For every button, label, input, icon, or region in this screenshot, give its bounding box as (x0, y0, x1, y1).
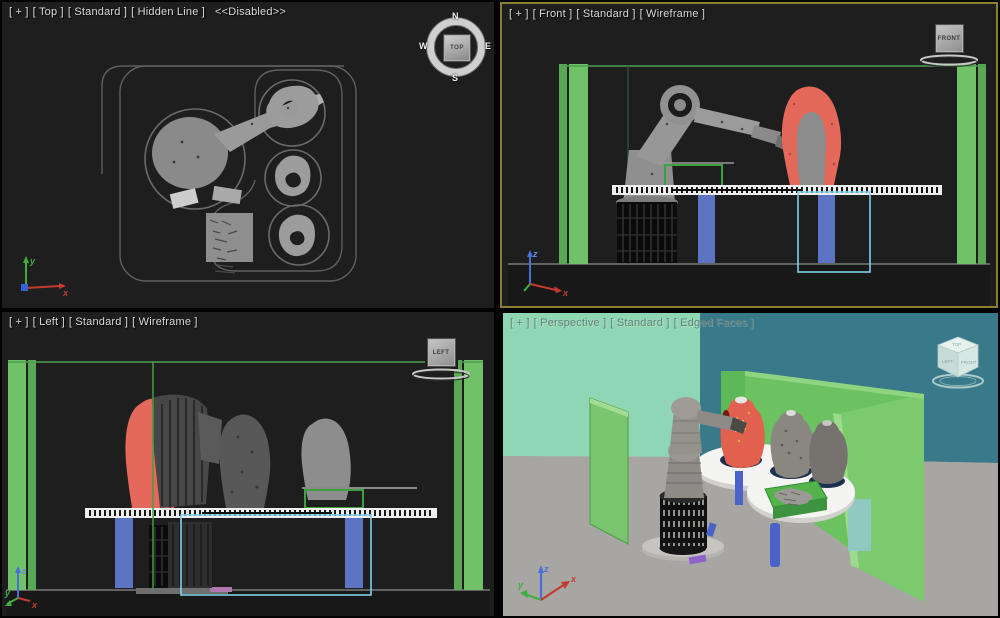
viewcube-face-label[interactable]: LEFT (427, 338, 456, 367)
viewport-general-menu[interactable]: [ + ] (509, 8, 529, 20)
parts-box-top[interactable] (206, 213, 253, 273)
viewport-pov-menu[interactable]: [ Left ] (33, 316, 65, 328)
svg-text:z: z (532, 249, 538, 259)
viewcube-ring-edge (410, 367, 472, 381)
viewport-top[interactable]: [ + ] [ Top ] [ Standard ] [ Hidden Line ] <… (2, 2, 494, 308)
viewcube-left[interactable]: LEFT (410, 338, 472, 386)
viewport-pov-menu[interactable]: [ Top ] (33, 6, 64, 18)
viewport-shading-menu[interactable]: [ Hidden Line ] (131, 6, 205, 18)
viewcube-top[interactable]: N E S W TOP (424, 15, 488, 79)
viewport-renderer-menu[interactable]: [ Standard ] (576, 8, 635, 20)
svg-text:y: y (29, 256, 36, 266)
viewport-general-menu[interactable]: [ + ] (9, 316, 29, 328)
viewport-left-label: [ + ] [ Left ] [ Standard ] [ Wireframe ] (9, 316, 202, 328)
compass-north[interactable]: N (452, 11, 459, 21)
svg-text:TOP: TOP (952, 342, 961, 347)
viewport-general-menu[interactable]: [ + ] (9, 6, 29, 18)
svg-text:y: y (4, 588, 11, 598)
svg-text:z: z (543, 564, 549, 574)
viewcube-ring-edge (918, 53, 980, 67)
viewcube-perspective[interactable]: TOP LEFT FRONT (930, 331, 986, 389)
viewport-perspective[interactable]: [ + ] [ Perspective ][ Standard ] [ Edged … (503, 313, 998, 616)
viewport-general-menu[interactable]: [ + ] (510, 317, 530, 329)
viewport-shading-menu[interactable]: [ Wireframe ] (132, 316, 198, 328)
table-leg-front-1[interactable] (698, 195, 715, 263)
viewport-shading-menu[interactable]: [ Wireframe ] (640, 8, 706, 20)
svg-text:x: x (562, 288, 569, 296)
table-leg-left-2[interactable] (345, 518, 363, 588)
svg-text:x: x (62, 288, 69, 298)
viewport-top-label: [ + ] [ Top ] [ Standard ] [ Hidden Line ] <… (9, 6, 286, 18)
viewport-pov-menu[interactable]: [ Front ] (533, 8, 573, 20)
viewcube-face-label[interactable]: TOP (443, 34, 471, 62)
viewport-left[interactable]: [ + ] [ Left ] [ Standard ] [ Wireframe ] L… (2, 312, 494, 616)
table-leg-left-1[interactable] (115, 518, 133, 588)
viewport-renderer-menu[interactable]: [ Standard ] (69, 316, 128, 328)
work-table-left[interactable] (85, 508, 437, 518)
axis-tripod-top: y x (10, 254, 74, 298)
table-leg-perspective-1[interactable] (735, 471, 743, 505)
table-leg-front-2[interactable] (818, 195, 835, 263)
axis-tripod-perspective: z x y (517, 560, 581, 610)
svg-text:x: x (570, 574, 577, 584)
viewport-renderer-menu[interactable]: [ Standard ] (610, 317, 669, 329)
compass-east[interactable]: E (485, 41, 491, 51)
viewcube-front[interactable]: FRONT (918, 24, 980, 72)
teal-gap-under-table (848, 499, 871, 551)
viewport-front-label: [ + ] [ Front ][ Standard ] [ Wireframe ] (509, 8, 709, 20)
viewport-pov-menu[interactable]: [ Perspective ] (534, 317, 607, 329)
svg-text:z: z (21, 566, 27, 576)
viewport-renderer-menu[interactable]: [ Standard ] (68, 6, 127, 18)
robot-pedestal-front[interactable] (616, 196, 678, 263)
viewport-shading-menu[interactable]: [ Edged Faces ] (674, 317, 754, 329)
compass-south[interactable]: S (452, 73, 458, 83)
axis-tripod-front: z x (512, 244, 574, 296)
svg-text:LEFT: LEFT (942, 359, 953, 364)
axis-tripod-left: z y x (4, 564, 62, 612)
work-table-front[interactable] (612, 185, 942, 195)
mannequin-gray-left-middle[interactable] (219, 414, 270, 508)
svg-text:x: x (31, 600, 38, 610)
robot-lower-left[interactable] (168, 522, 212, 588)
svg-text:FRONT: FRONT (961, 360, 977, 365)
viewport-perspective-label: [ + ] [ Perspective ][ Standard ] [ Edged … (510, 317, 758, 329)
viewport-front[interactable]: [ + ][ Front ][ Standard ][ Wireframe ] … (500, 2, 998, 308)
viewport-disabled-flag: <<Disabled>> (215, 6, 286, 18)
compass-west[interactable]: W (419, 41, 428, 51)
viewcube-face-label[interactable]: FRONT (935, 24, 964, 53)
table-leg-perspective-2[interactable] (770, 523, 780, 567)
svg-text:y: y (517, 580, 524, 590)
